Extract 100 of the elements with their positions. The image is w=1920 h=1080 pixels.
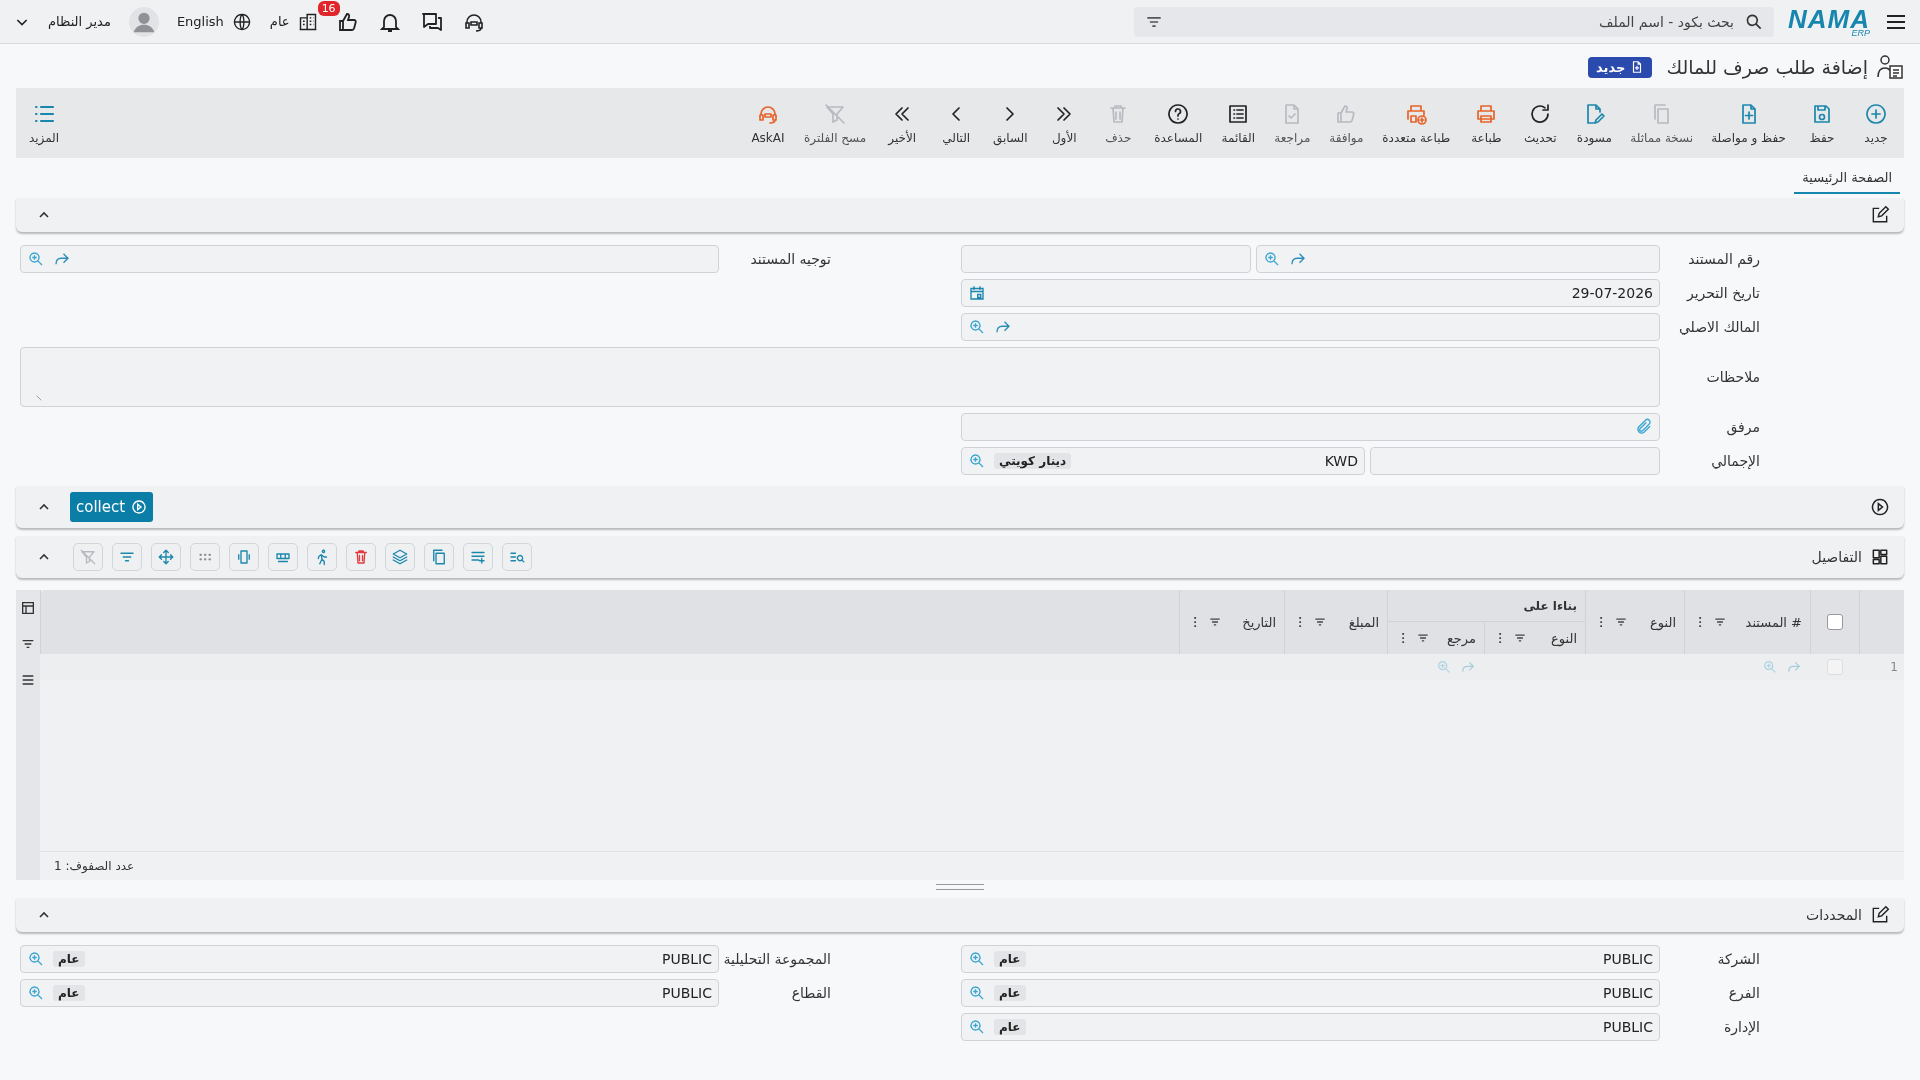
column-header[interactable]: التاريخ	[1242, 614, 1276, 630]
lookup-field[interactable]	[1256, 245, 1660, 273]
toolbar-button[interactable]: حفظ و مواصلة	[1707, 99, 1790, 147]
toolbar-button[interactable]: القائمة	[1216, 99, 1261, 147]
toolbar-button[interactable]: طباعة متعددة	[1378, 99, 1455, 147]
funnel-slash-icon	[79, 548, 97, 566]
grid-tool-button[interactable]	[502, 543, 532, 571]
column-header[interactable]: النوع	[1650, 614, 1676, 630]
search-plus-icon[interactable]	[27, 950, 45, 968]
field-label: الإدارة	[1722, 1019, 1760, 1035]
toolbar-button[interactable]: المساعدة	[1150, 99, 1207, 147]
value-tag: عام	[53, 951, 85, 967]
field-label: تاريخ التحرير	[1685, 285, 1760, 301]
globe-icon[interactable]	[231, 11, 252, 32]
toolbar-button[interactable]: الأخير	[880, 99, 925, 147]
grid-tool-button[interactable]	[346, 543, 376, 571]
grid-tool-button[interactable]	[307, 543, 337, 571]
field-label: مرفق	[1725, 419, 1760, 435]
checkbox[interactable]	[1827, 614, 1843, 630]
field-label: المالك الاصلي	[1677, 319, 1760, 335]
layers-icon	[391, 548, 409, 566]
grid-tool-button[interactable]	[229, 543, 259, 571]
branch-label[interactable]: عام	[269, 14, 290, 29]
column-header[interactable]: # المستند	[1745, 614, 1802, 630]
search-input[interactable]: بحث بكود - اسم الملف	[1172, 12, 1736, 31]
lookup-field[interactable]	[961, 313, 1660, 341]
search-plus-icon[interactable]	[968, 950, 986, 968]
row-count: عدد الصفوف: 1	[54, 859, 135, 873]
resize-handle-icon[interactable]	[35, 394, 43, 402]
field-value: PUBLIC	[1603, 985, 1653, 1001]
trash-icon	[352, 548, 370, 566]
grid-tool-button[interactable]	[112, 543, 142, 571]
field-value: 29-07-2026	[1571, 285, 1653, 301]
notification-badge: 16	[317, 0, 340, 16]
paperclip-icon[interactable]	[1635, 418, 1653, 436]
field-value: KWD	[1324, 453, 1358, 469]
grid-tool-button[interactable]	[151, 543, 181, 571]
chevron-icon	[1004, 104, 1017, 123]
tab[interactable]: الصفحة الرئيسية	[1794, 162, 1900, 194]
toolbar-button[interactable]: التالي	[934, 99, 979, 147]
value-tag: عام	[994, 951, 1026, 967]
field-label: القطاع	[790, 985, 831, 1001]
resize-handle[interactable]	[936, 884, 984, 890]
grid-tool-button[interactable]	[463, 543, 493, 571]
user-name[interactable]: مدير النظام	[48, 14, 111, 29]
column-header[interactable]: مرجع	[1446, 630, 1476, 646]
toolbar-button[interactable]: مسودة	[1572, 99, 1617, 147]
grid-tool-button[interactable]	[190, 543, 220, 571]
search-plus-icon[interactable]	[968, 452, 986, 470]
calendar-icon[interactable]	[968, 284, 986, 302]
attachment-field[interactable]	[961, 413, 1660, 441]
section-title: المحددات	[1806, 907, 1862, 923]
search-plus-icon[interactable]	[1263, 250, 1281, 268]
grid-tool-button[interactable]	[385, 543, 415, 571]
arrows-cross-icon	[157, 548, 175, 566]
section-title: التفاصيل	[1811, 549, 1862, 565]
date-field[interactable]: 29-07-2026	[961, 279, 1660, 307]
field-value: PUBLIC	[662, 951, 712, 967]
person-list-icon	[1876, 53, 1904, 81]
toolbar-button[interactable]: جديد	[1854, 99, 1898, 147]
field-value: PUBLIC	[1603, 951, 1653, 967]
search-field[interactable]: بحث بكود - اسم الملف	[1134, 6, 1774, 37]
avatar-icon[interactable]	[128, 6, 159, 37]
grid-tool-button[interactable]	[268, 543, 298, 571]
search-plus-icon[interactable]	[27, 250, 45, 268]
field-value: PUBLIC	[1603, 1019, 1653, 1035]
column-header[interactable]: بناءا على	[1523, 598, 1577, 613]
search-plus-icon[interactable]	[968, 1018, 986, 1036]
copy-icon	[430, 548, 448, 566]
field-label: الشركة	[1716, 951, 1760, 967]
search-plus-icon[interactable]	[968, 984, 986, 1002]
toolbar-button[interactable]: تحديث	[1518, 99, 1563, 147]
grid-tool-button[interactable]	[424, 543, 454, 571]
language-link[interactable]: English	[176, 14, 224, 29]
column-header[interactable]: المبلغ	[1348, 614, 1379, 630]
lookup-field[interactable]	[20, 245, 719, 273]
value-tag: عام	[53, 985, 85, 1001]
search-plus-icon[interactable]	[968, 318, 986, 336]
collect-button[interactable]: collect	[70, 492, 154, 522]
status-badge: جديد	[1588, 56, 1653, 78]
building-icon[interactable]	[297, 11, 318, 32]
toolbar-button[interactable]: الأول	[1042, 99, 1087, 147]
search-plus-icon[interactable]	[27, 984, 45, 1002]
column-header[interactable]: النوع	[1551, 630, 1577, 646]
currency-tag: دينار كويتي	[994, 453, 1072, 469]
more-button[interactable]: المزيد	[22, 99, 66, 147]
funnel-slash-icon	[823, 101, 848, 126]
toolbar-button[interactable]: AskAI	[745, 99, 790, 147]
value-tag: عام	[994, 985, 1026, 1001]
table-icon[interactable]	[20, 600, 36, 616]
toolbar-button[interactable]: طباعة	[1464, 99, 1509, 147]
help-icon	[1166, 101, 1191, 126]
field-label: رقم المستند	[1687, 251, 1760, 267]
amount-field[interactable]	[1370, 447, 1660, 475]
toolbar-button[interactable]: حفظ	[1800, 99, 1844, 147]
toolbar-button[interactable]: السابق	[988, 99, 1033, 147]
notes-field[interactable]	[20, 347, 1660, 407]
input-field[interactable]	[961, 245, 1251, 273]
row-number: 1	[1889, 659, 1899, 676]
column-icon	[235, 548, 253, 566]
